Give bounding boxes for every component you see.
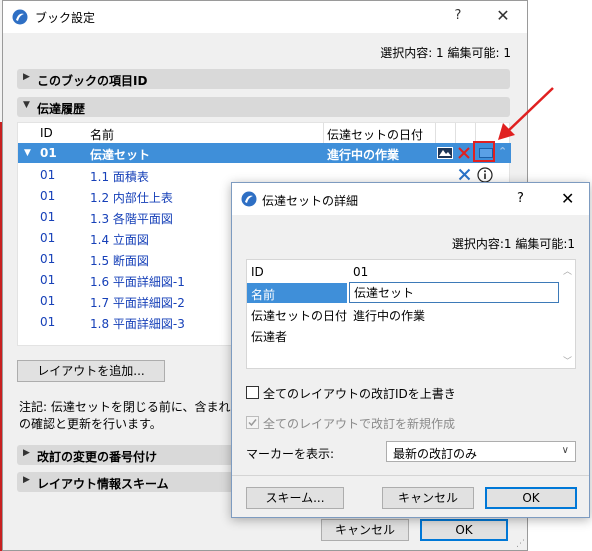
archicad-app-icon: [12, 9, 28, 25]
row-date: 進行中の作業: [327, 148, 400, 162]
column-separator: [475, 123, 476, 143]
details-titlebar: 伝達セットの詳細 ? ✕: [232, 183, 589, 215]
remove-x-icon[interactable]: [458, 168, 471, 181]
row-name: 1.4 立面図: [90, 233, 149, 247]
note-line: 注記: 伝達セットを閉じる前に、含まれる全て: [19, 400, 234, 414]
delete-x-icon[interactable]: [458, 147, 470, 159]
name-field[interactable]: [349, 282, 559, 303]
row-id: 01: [40, 252, 56, 266]
overwrite-revision-id-checkbox[interactable]: [246, 386, 259, 399]
column-separator: [323, 123, 324, 143]
row-id: 01: [40, 231, 56, 245]
row-name: 伝達セット: [90, 148, 151, 162]
row-id: 01: [40, 273, 56, 287]
selection-info: 選択内容:1 編集可能:1: [451, 237, 575, 251]
prop-value-date: 進行中の作業: [353, 309, 426, 323]
transmittal-details-dialog: 伝達セットの詳細 ? ✕ 選択内容:1 編集可能:1 ID 01 名前 伝達セッ…: [231, 182, 590, 518]
expand-triangle-icon: ▶: [23, 448, 30, 458]
expand-triangle-icon: ▶: [23, 475, 30, 485]
section-book-item-id[interactable]: ▶ このブックの項目ID: [17, 69, 510, 89]
prop-label-date: 伝達セットの日付: [251, 309, 348, 323]
column-header-id[interactable]: ID: [40, 126, 53, 140]
properties-list: ID 01 名前 伝達セットの日付 進行中の作業 伝達者 ︿ ﹀: [246, 259, 576, 369]
row-id: 01: [40, 168, 56, 182]
column-separator: [435, 123, 436, 143]
annotation-highlight-box: [473, 141, 495, 162]
selection-info: 選択内容: 1 編集可能: 1: [380, 46, 511, 60]
row-id: 01: [40, 146, 57, 160]
prop-value-id: 01: [353, 265, 369, 279]
row-id: 01: [40, 210, 56, 224]
checkmark-icon: [248, 419, 257, 427]
overwrite-revision-id-label[interactable]: 全てのレイアウトの改訂IDを上書き: [263, 385, 456, 402]
add-layout-button[interactable]: レイアウトを追加...: [17, 360, 165, 382]
create-new-revision-checkbox[interactable]: [246, 416, 259, 429]
create-new-revision-label[interactable]: 全てのレイアウトで改訂を新規作成: [263, 415, 455, 432]
section-transmittal-history[interactable]: ▼ 伝達履歴: [17, 97, 510, 117]
scroll-up-icon[interactable]: ⌃: [498, 145, 507, 158]
row-name: 1.1 面積表: [90, 170, 149, 184]
collapse-triangle-icon: ▼: [24, 148, 31, 158]
cancel-button[interactable]: キャンセル: [382, 487, 474, 509]
collapse-triangle-icon: ▼: [23, 100, 30, 110]
section-label: 改訂の変更の番号付け: [37, 450, 158, 464]
section-label: レイアウト情報スキーム: [37, 477, 169, 491]
section-label: このブックの項目ID: [37, 74, 148, 88]
dialog-title: 伝達セットの詳細: [262, 194, 359, 208]
close-button[interactable]: ✕: [493, 6, 513, 25]
ok-button[interactable]: OK: [485, 487, 577, 509]
chevron-down-icon: ∨: [561, 445, 569, 456]
column-header-name[interactable]: 名前: [90, 126, 114, 143]
section-label: 伝達履歴: [37, 102, 86, 116]
row-name: 1.7 平面詳細図-2: [90, 296, 185, 310]
row-id: 01: [40, 315, 56, 329]
annotation-arrow: [498, 87, 554, 140]
marker-select-value: 最新の改訂のみ: [393, 447, 478, 461]
row-name: 1.6 平面詳細図-1: [90, 275, 185, 289]
prop-label-name: 名前: [251, 288, 276, 302]
row-name: 1.8 平面詳細図-3: [90, 317, 185, 331]
note-line: の確認と更新を行います。: [19, 417, 162, 431]
book-settings-titlebar: ブック設定 ? ✕: [3, 1, 527, 33]
column-header-date[interactable]: 伝達セットの日付: [327, 126, 423, 143]
layout-book-icon[interactable]: [437, 147, 453, 159]
ok-button[interactable]: OK: [420, 519, 508, 541]
marker-label: マーカーを表示:: [246, 447, 335, 461]
help-button[interactable]: ?: [448, 8, 468, 23]
scheme-button[interactable]: スキーム...: [246, 487, 344, 509]
prop-label-id: ID: [251, 265, 264, 279]
info-icon[interactable]: [477, 167, 493, 183]
prop-label-sender: 伝達者: [251, 330, 288, 344]
row-id: 01: [40, 189, 56, 203]
marker-select[interactable]: 最新の改訂のみ ∨: [386, 441, 576, 462]
cancel-button[interactable]: キャンセル: [321, 519, 409, 541]
selected-transmittal-row[interactable]: ▼ 01 伝達セット 進行中の作業 ⌃: [18, 143, 511, 163]
row-id: 01: [40, 294, 56, 308]
transmittal-note: 注記: 伝達セットを閉じる前に、含まれる全て の確認と更新を行います。: [19, 399, 234, 433]
resize-grip-icon[interactable]: ⋰: [516, 539, 525, 549]
column-separator: [455, 123, 456, 143]
expand-triangle-icon: ▶: [23, 72, 30, 82]
row-name: 1.3 各階平面図: [90, 212, 173, 226]
close-button[interactable]: ✕: [561, 189, 574, 208]
help-button[interactable]: ?: [517, 191, 524, 206]
scroll-down-icon[interactable]: ﹀: [563, 354, 572, 367]
row-name: 1.5 断面図: [90, 254, 149, 268]
row-name: 1.2 内部仕上表: [90, 191, 173, 205]
dialog-title: ブック設定: [35, 11, 96, 25]
scroll-up-icon[interactable]: ︿: [563, 264, 572, 277]
divider: [232, 475, 589, 476]
archicad-app-icon: [241, 191, 257, 207]
